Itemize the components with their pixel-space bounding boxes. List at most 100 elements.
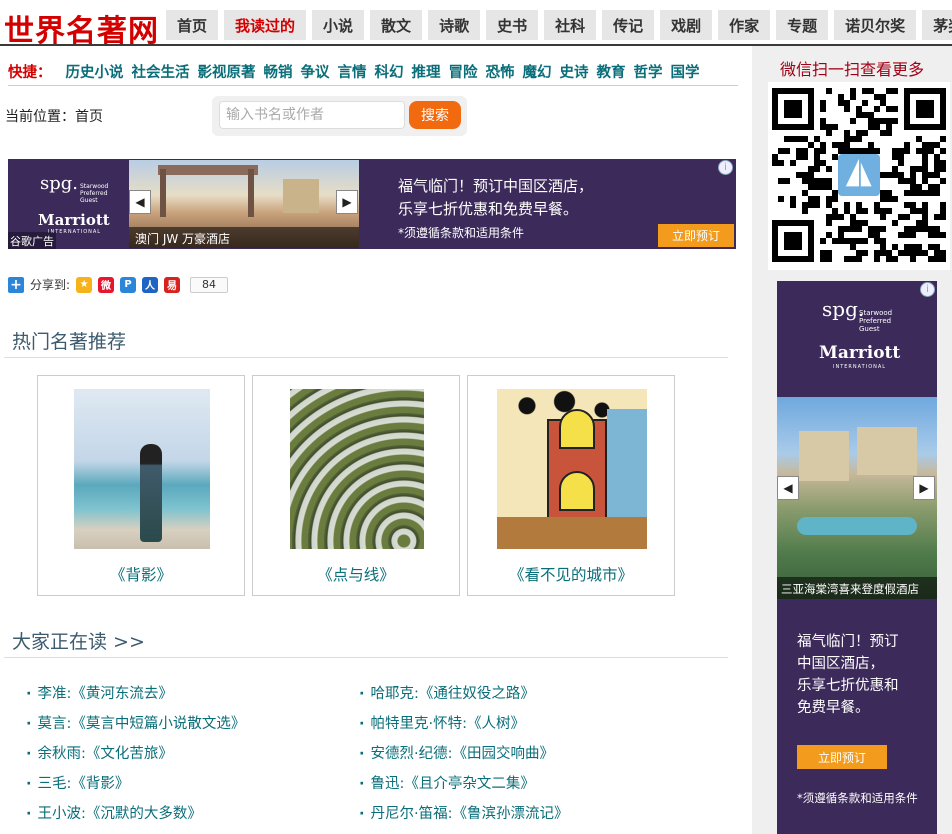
search-button[interactable]: 搜索	[409, 101, 461, 129]
ad-message-line: 免费早餐。	[797, 700, 870, 716]
marriott-logo: Marriott	[819, 343, 901, 363]
reading-item[interactable]: 李准:《黄河东流去》	[26, 682, 173, 703]
spg-sub-line: Starwood	[859, 309, 893, 317]
nav-item[interactable]: 诗歌	[428, 10, 481, 40]
photo-pillar	[248, 169, 254, 217]
book-title[interactable]: 《看不见的城市》	[468, 563, 674, 585]
quick-link[interactable]: 言情	[338, 61, 367, 82]
ad-info-icon[interactable]: i	[920, 282, 935, 297]
quick-link[interactable]: 哲学	[634, 61, 663, 82]
spg-sub-line: Starwood	[80, 183, 109, 190]
quick-link[interactable]: 国学	[671, 61, 700, 82]
photo-pillar	[160, 169, 166, 217]
quick-label: 快捷：	[8, 65, 52, 81]
main-nav: 首页我读过的小说散文诗歌史书社科传记戏剧作家专题诺贝尔奖茅奖	[166, 10, 952, 40]
search-box: 搜索	[212, 96, 467, 136]
nav-item[interactable]: 散文	[370, 10, 423, 40]
ad-message: 福气临门！预订中国区酒店， 乐享七折优惠和免费早餐。	[398, 175, 593, 221]
quick-link[interactable]: 影视原著	[198, 61, 256, 82]
quick-link[interactable]: 推理	[412, 61, 441, 82]
nav-item[interactable]: 戏剧	[660, 10, 713, 40]
quick-link[interactable]: 畅销	[264, 61, 293, 82]
reading-item[interactable]: 安德烈·纪德:《田园交响曲》	[359, 742, 555, 763]
weibo-icon[interactable]: 微	[98, 276, 115, 293]
book-now-button[interactable]: 立即预订	[658, 224, 734, 247]
reading-item[interactable]: 哈耶克:《通往奴役之路》	[359, 682, 535, 703]
tencent-weibo-icon[interactable]: P	[120, 276, 137, 293]
next-arrow-icon[interactable]: ▶	[336, 190, 358, 214]
hot-books-title: 热门名著推荐	[12, 331, 127, 353]
reading-now-title[interactable]: 大家正在读 >>	[12, 627, 145, 654]
spg-sub-line: Guest	[859, 325, 880, 333]
ad-terms-note: *须遵循条款和适用条件	[398, 226, 525, 240]
reading-item[interactable]: 丹尼尔·笛福:《鲁滨孙漂流记》	[359, 802, 569, 823]
next-arrow-icon[interactable]: ▶	[913, 476, 935, 500]
book-now-button[interactable]: 立即预订	[797, 745, 887, 769]
renren-icon[interactable]: 人	[142, 276, 159, 293]
quick-link[interactable]: 恐怖	[486, 61, 515, 82]
cover-ground	[497, 517, 647, 549]
ad-message-line: 福气临门！预订	[797, 634, 899, 650]
quick-link[interactable]: 历史小说	[66, 61, 124, 82]
reading-item[interactable]: 三毛:《背影》	[26, 772, 130, 793]
book-card[interactable]: 《背影》	[37, 375, 245, 596]
reading-item[interactable]: 余秋雨:《文化苦旅》	[26, 742, 173, 763]
ad-info-icon[interactable]: i	[718, 160, 733, 175]
page: 世界名著网 首页我读过的小说散文诗歌史书社科传记戏剧作家专题诺贝尔奖茅奖 快捷：…	[0, 0, 952, 834]
share-plus-icon[interactable]: +	[8, 276, 24, 293]
ad-message-line: 中国区酒店，	[797, 656, 884, 672]
nav-item[interactable]: 茅奖	[922, 10, 952, 40]
nav-item[interactable]: 首页	[166, 10, 219, 40]
nav-item[interactable]: 作家	[718, 10, 771, 40]
nav-item[interactable]: 专题	[776, 10, 829, 40]
reading-item[interactable]: 王小波:《沉默的大多数》	[26, 802, 202, 823]
quick-link[interactable]: 教育	[597, 61, 626, 82]
quick-link[interactable]: 冒险	[449, 61, 478, 82]
prev-arrow-icon[interactable]: ◀	[129, 190, 151, 214]
nav-item[interactable]: 传记	[602, 10, 655, 40]
quick-link[interactable]: 史诗	[560, 61, 589, 82]
photo-pool	[797, 517, 917, 535]
reading-item[interactable]: 鲁迅:《且介亭杂文二集》	[359, 772, 535, 793]
site-logo[interactable]: 世界名著网	[4, 6, 159, 50]
ad-photo-caption: 澳门 JW 万豪酒店	[129, 227, 359, 248]
top-bar: 世界名著网 首页我读过的小说散文诗歌史书社科传记戏剧作家专题诺贝尔奖茅奖	[0, 0, 952, 49]
book-card[interactable]: 《看不见的城市》	[467, 375, 675, 596]
quick-link[interactable]: 科幻	[375, 61, 404, 82]
book-cover	[290, 389, 424, 549]
book-title[interactable]: 《背影》	[38, 563, 244, 585]
reading-item[interactable]: 帕特里克·怀特:《人树》	[359, 712, 526, 733]
quick-link[interactable]: 争议	[301, 61, 330, 82]
quick-link[interactable]: 魔幻	[523, 61, 552, 82]
section-divider	[4, 657, 728, 658]
reading-item[interactable]: 莫言:《莫言中短篇小说散文选》	[26, 712, 246, 733]
spg-subtitle: Starwood Preferred Guest	[80, 183, 108, 204]
book-card[interactable]: 《点与线》	[252, 375, 460, 596]
marriott-subtitle: INTERNATIONAL	[833, 364, 887, 370]
photo-building	[283, 179, 319, 213]
google-ad-tag: 谷歌广告	[8, 232, 56, 249]
quick-link[interactable]: 社会生活	[132, 61, 190, 82]
nav-item[interactable]: 史书	[486, 10, 539, 40]
section-divider	[4, 357, 728, 358]
nav-item[interactable]: 诺贝尔奖	[834, 10, 917, 40]
ad-message-line: 福气临门！预订中国区酒店，	[398, 177, 594, 195]
netease-icon[interactable]: 易	[164, 276, 181, 293]
side-ad[interactable]: spg. Starwood Preferred Guest Marriott I…	[777, 281, 937, 834]
spg-subtitle: Starwood Preferred Guest	[859, 309, 892, 333]
share-count: 84	[190, 276, 229, 293]
breadcrumb: 当前位置：首页	[5, 109, 103, 125]
share-bar: + 分享到: ★ 微 P 人易 84	[8, 276, 229, 293]
qzone-icon[interactable]: ★	[76, 276, 93, 293]
nav-item[interactable]: 社科	[544, 10, 597, 40]
prev-arrow-icon[interactable]: ◀	[777, 476, 799, 500]
nav-item[interactable]: 小说	[312, 10, 365, 40]
share-label: 分享到:	[30, 278, 71, 292]
nav-item[interactable]: 我读过的	[224, 10, 307, 40]
book-title[interactable]: 《点与线》	[253, 563, 459, 585]
quick-links-bar: 快捷： 历史小说 社会生活 影视原著 畅销 争议 言情 科幻 推理 冒险 恐怖 魔幻 史诗 教育 哲学 国学	[8, 58, 738, 86]
spg-sub-line: Preferred	[80, 190, 108, 197]
banner-ad[interactable]: spg. Starwood Preferred Guest Marriott I…	[8, 159, 736, 249]
search-input[interactable]	[219, 101, 405, 129]
spg-sub-line: Preferred	[859, 317, 892, 325]
